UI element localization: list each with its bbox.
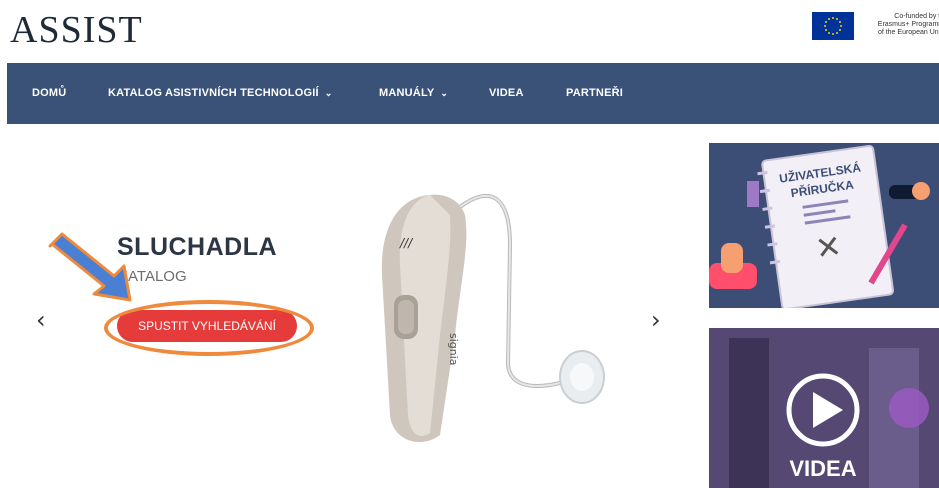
nav-item-partneri[interactable]: PARTNEŘI: [566, 87, 623, 99]
nav-item-manualy[interactable]: MANUÁLY ⌄: [379, 87, 448, 99]
hearing-aid-image: /// signia: [360, 185, 620, 455]
nav-item-label: MANUÁLY: [379, 87, 435, 99]
chevron-down-icon: ⌄: [324, 88, 333, 98]
eu-cofunding-text: Co-funded by the Erasmus+ Programme of t…: [858, 13, 939, 37]
slider-prev-button[interactable]: ‹: [36, 306, 46, 334]
highlight-ellipse: [104, 300, 314, 356]
pointer-arrow-icon: [44, 228, 134, 303]
main-navigation: DOMŮ KATALOG ASISTIVNÍCH TECHNOLOGIÍ ⌄ MA…: [7, 63, 939, 124]
nav-item-label: PARTNEŘI: [566, 87, 624, 99]
nav-item-domu[interactable]: DOMŮ: [32, 87, 66, 99]
chevron-down-icon: ⌄: [440, 88, 449, 98]
site-logo[interactable]: ASSIST: [10, 8, 143, 52]
videos-tile[interactable]: VIDEA: [709, 328, 939, 488]
eu-text-line2: Erasmus+ Programme: [877, 21, 939, 28]
eu-text-line3: of the European Union: [877, 29, 939, 36]
slider-next-button[interactable]: ›: [651, 306, 661, 334]
eu-flag-icon: [812, 12, 854, 40]
eu-text-line1: Co-funded by the: [894, 13, 939, 20]
nav-item-label: DOMŮ: [32, 87, 67, 99]
nav-item-label: VIDEA: [489, 87, 524, 99]
product-brand: signia: [447, 333, 460, 366]
nav-item-katalog[interactable]: KATALOG ASISTIVNÍCH TECHNOLOGIÍ ⌄: [108, 87, 332, 99]
user-manual-tile[interactable]: UŽIVATELSKÁ PŘÍRUČKA: [709, 143, 939, 308]
nav-item-label: KATALOG ASISTIVNÍCH TECHNOLOGIÍ: [108, 87, 319, 99]
site-header: ASSIST Co-funded by the Erasmus+ Program…: [0, 0, 939, 63]
eu-cofunding-badge: Co-funded by the Erasmus+ Programme of t…: [812, 12, 939, 42]
product-mark: ///: [399, 236, 414, 250]
nav-item-videa[interactable]: VIDEA: [489, 87, 524, 99]
slide-title: SLUCHADLA: [117, 233, 278, 261]
videos-tile-label: VIDEA: [789, 456, 856, 481]
